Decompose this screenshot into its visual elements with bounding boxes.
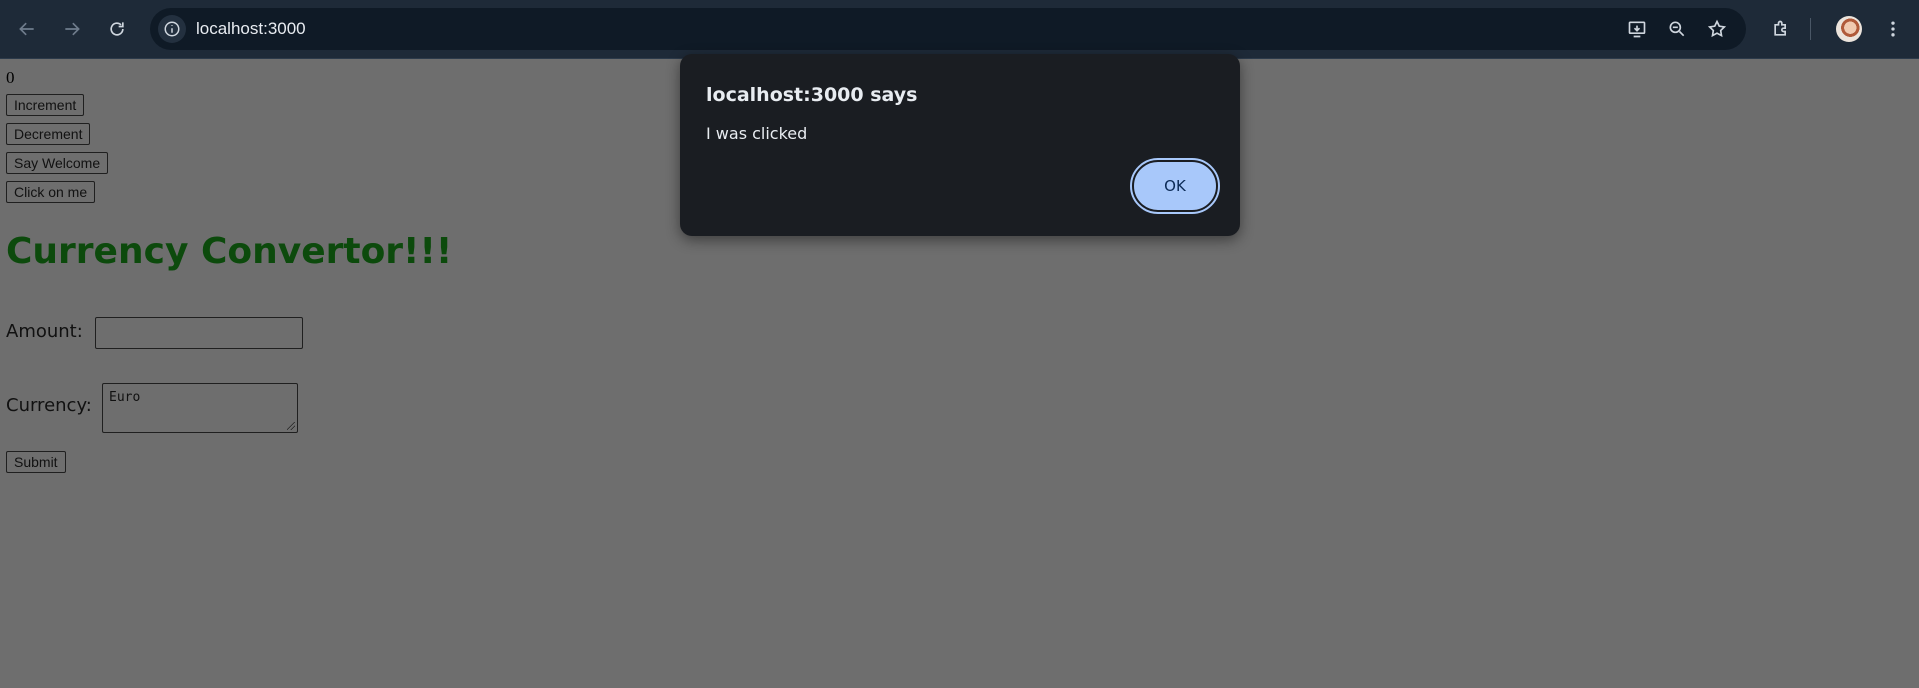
dialog-title: localhost:3000 says [706,84,918,106]
url-text[interactable]: localhost:3000 [196,19,306,39]
install-app-icon[interactable] [1620,12,1654,46]
ok-button[interactable]: OK [1130,158,1220,214]
currency-textarea[interactable]: Euro [102,383,298,433]
zoom-out-icon[interactable] [1660,12,1694,46]
more-vert-icon[interactable] [1876,12,1910,46]
decrement-button[interactable]: Decrement [6,123,91,145]
alert-dialog: localhost:3000 says I was clicked OK [680,54,1240,236]
submit-button[interactable]: Submit [6,451,66,473]
star-icon[interactable] [1700,12,1734,46]
click-on-me-button[interactable]: Click on me [6,181,96,203]
reload-icon[interactable] [100,12,134,46]
resize-handle-icon[interactable] [287,422,295,430]
amount-label: Amount: [6,321,83,342]
say-welcome-button[interactable]: Say Welcome [6,152,109,174]
info-icon[interactable] [158,15,186,43]
puzzle-icon[interactable] [1764,12,1798,46]
counter-value: 0 [6,68,15,87]
dialog-message: I was clicked [706,124,808,143]
currency-label: Currency: [6,395,92,416]
forward-arrow-icon[interactable] [55,12,89,46]
increment-button[interactable]: Increment [6,94,85,116]
avatar[interactable] [1836,16,1862,42]
currency-value: Euro [109,390,141,405]
toolbar-divider [1810,18,1811,40]
address-bar[interactable]: localhost:3000 [150,8,1746,50]
back-arrow-icon[interactable] [10,12,44,46]
browser-toolbar: localhost:3000 [0,0,1919,59]
amount-input[interactable] [95,317,303,349]
page-title: Currency Convertor!!! [6,231,453,272]
